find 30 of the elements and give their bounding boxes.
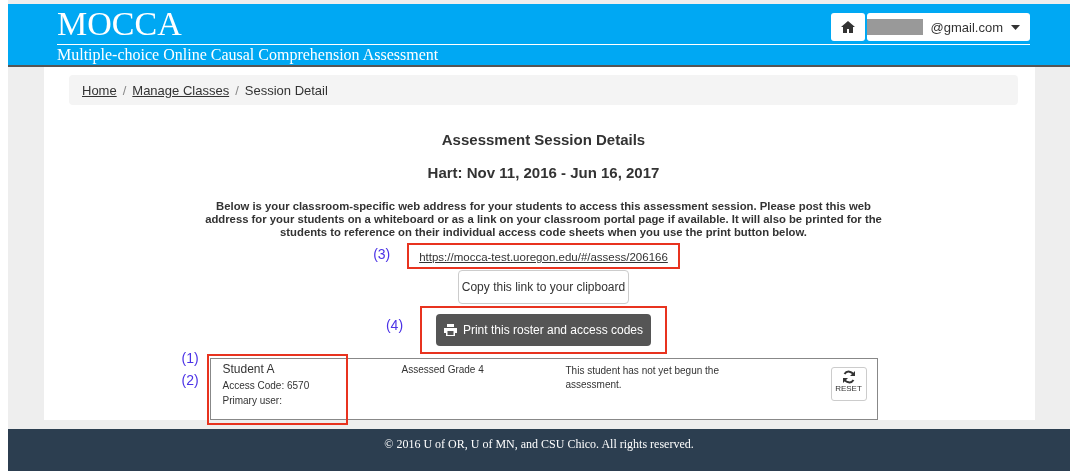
session-link[interactable]: https://mocca-test.uoregon.edu/#/assess/206166 [419,251,668,263]
caret-icon [1011,24,1020,30]
access-code: Access Code: 6570 [222,380,311,391]
assessed-grade: Assessed Grade 4 [401,364,485,377]
site-title: MOCCA [57,4,182,44]
copy-link-button[interactable]: Copy this link to your clipboard [457,270,630,304]
breadcrumb-current: Session Detail [244,82,328,98]
annotation-label: (3) [373,246,391,262]
page-heading: Assessment Session Details [441,131,646,148]
home-icon [840,21,855,33]
copyright-text: © 2016 U of OR, U of MN, and CSU Chico. All rights reserved. [384,437,694,453]
annotation-label: (1) [181,350,199,366]
primary-user: Primary user: [222,395,283,406]
breadcrumb-link[interactable]: Home [82,82,117,98]
printer-icon [443,324,457,336]
annotation-label: (2) [181,372,199,388]
breadcrumb-link[interactable]: Manage Classes [132,82,230,98]
annotation-label: (4) [385,317,404,333]
student-name: Student A [222,362,276,376]
description-text: Below is your classroom-specific web address for your students to access this assessment session. Please post this web address for your students on a whiteboard or as a link on your classroom portal page if available. It will also be printed for the students to reference on their individual access code sheets when you use the print button below. [204,200,883,239]
refresh-icon [841,370,856,384]
reset-button[interactable]: RESET [830,367,867,401]
site-subtitle: Multiple-choice Online Causal Comprehension Assessment [57,45,440,65]
student-status: This student has not yet begun the assessment. [565,364,720,392]
print-button[interactable]: Print this roster and access codes [435,314,652,346]
breadcrumb-separator: / [235,82,239,98]
account-dropdown[interactable]: @gmail.com [866,13,1030,41]
breadcrumb-separator: / [122,82,127,98]
session-title: Hart: Nov 11, 2016 - Jun 16, 2017 [427,164,660,181]
home-button[interactable] [830,13,865,41]
